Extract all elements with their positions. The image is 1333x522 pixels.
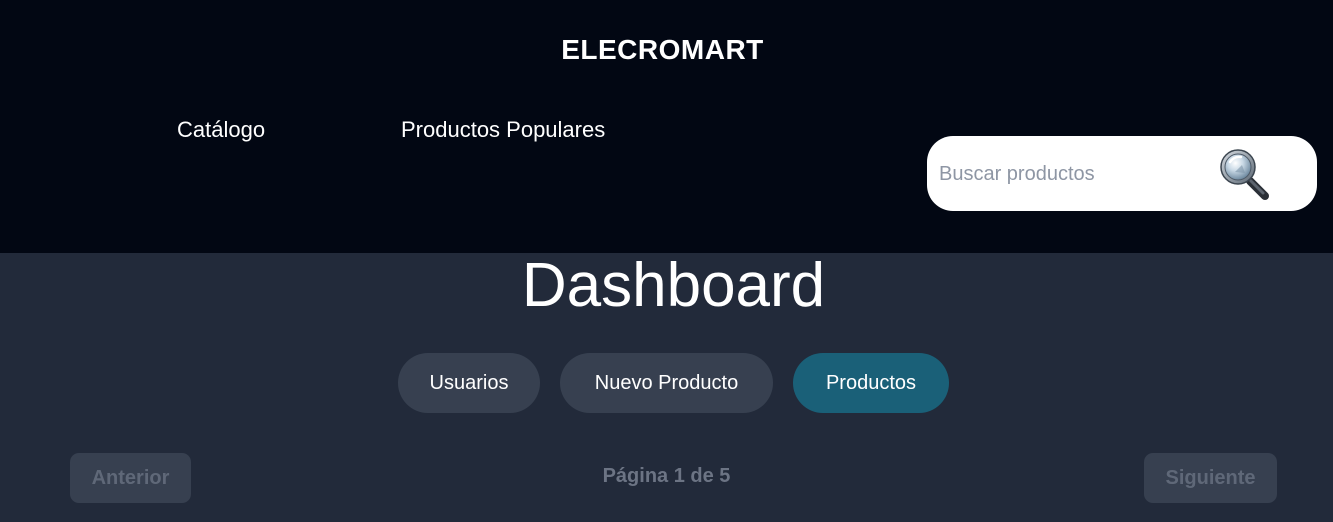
next-page-button[interactable]: Siguiente [1144, 453, 1277, 503]
search-box [927, 136, 1317, 211]
magnifier-icon[interactable] [1217, 146, 1272, 202]
tab-usuarios[interactable]: Usuarios [398, 353, 540, 413]
nav-link-productos-populares[interactable]: Productos Populares [401, 117, 605, 143]
tab-productos[interactable]: Productos [793, 353, 949, 413]
search-input[interactable] [937, 154, 1211, 194]
brand-logo-text[interactable]: ELECROMART [0, 34, 1325, 66]
site-header: ELECROMART Catálogo Productos Populares [0, 0, 1333, 253]
page-indicator: Página 1 de 5 [602, 465, 731, 487]
nav-link-catalogo[interactable]: Catálogo [177, 117, 265, 143]
tab-nuevo-producto[interactable]: Nuevo Producto [560, 353, 773, 413]
page-title: Dashboard [521, 251, 826, 320]
